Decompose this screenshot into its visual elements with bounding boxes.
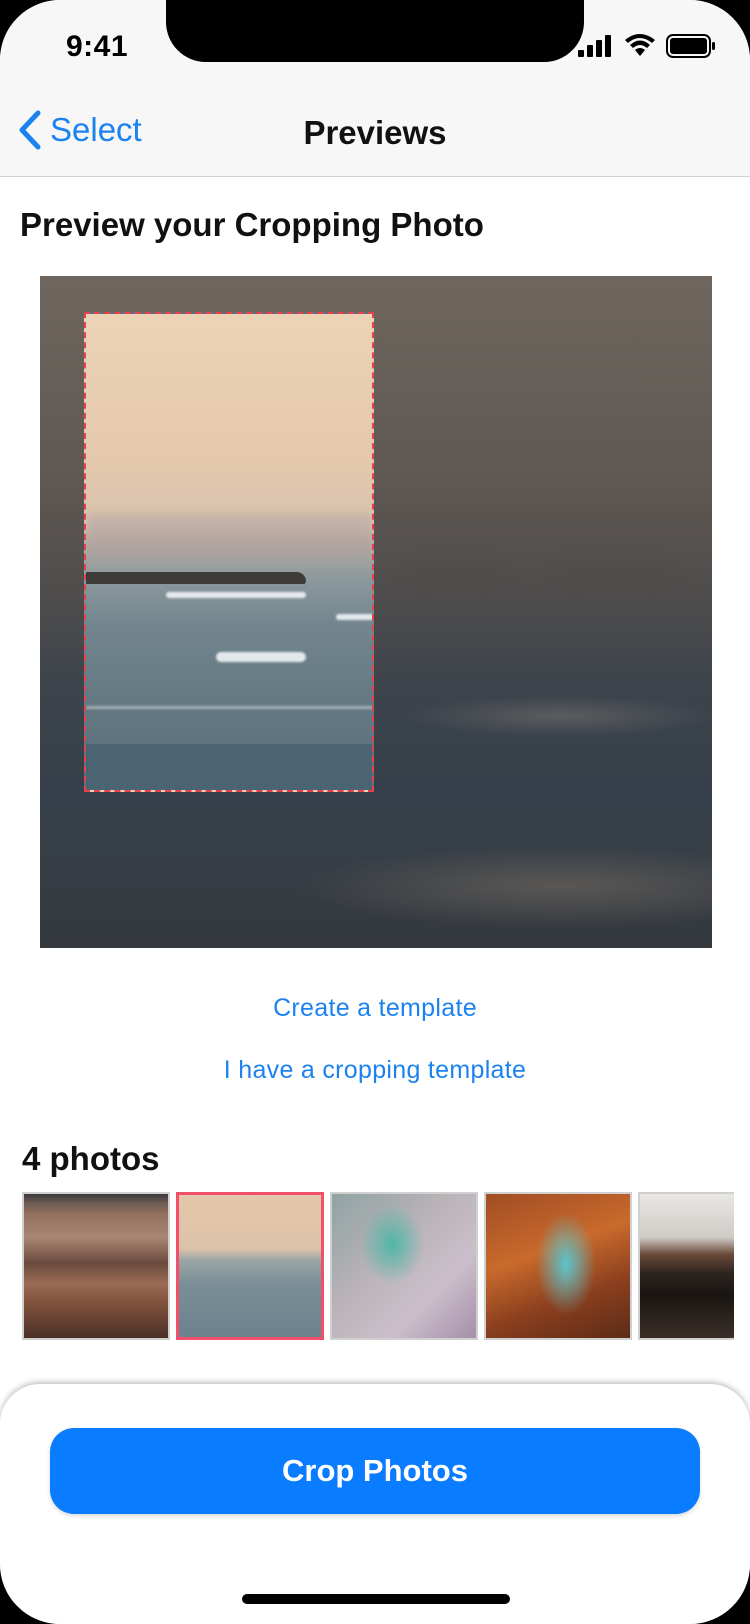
- navigation-bar: Select Previews: [0, 92, 750, 177]
- photo-strip[interactable]: [22, 1192, 734, 1342]
- blurred-jetty: [410, 566, 500, 586]
- photo-count: 4 photos: [22, 1140, 160, 1177]
- photo-thumbnail[interactable]: [330, 1192, 478, 1340]
- phone-screen: 9:41 Select Previews Preview your Croppi…: [0, 0, 750, 1624]
- blurred-rock: [560, 566, 670, 586]
- status-bar: 9:41: [0, 0, 750, 92]
- create-template-row: Create a template: [0, 994, 750, 1023]
- distant-hills: [86, 514, 372, 554]
- battery-icon: [666, 34, 715, 58]
- crop-photos-button[interactable]: Crop Photos: [50, 1428, 700, 1514]
- jetty: [86, 572, 306, 584]
- notch: [166, 0, 584, 62]
- wave-crest: [216, 652, 306, 662]
- photo-thumbnail[interactable]: [484, 1192, 632, 1340]
- cellular-signal-icon: [578, 35, 611, 57]
- home-indicator[interactable]: [242, 1594, 510, 1604]
- have-template-row: I have a cropping template: [0, 1056, 750, 1085]
- wave-line: [86, 706, 372, 709]
- photo-thumbnail[interactable]: [22, 1192, 170, 1340]
- photo-thumbnail[interactable]: [638, 1192, 734, 1340]
- status-time: 9:41: [66, 30, 129, 63]
- crop-preview-image[interactable]: [40, 276, 712, 948]
- wifi-icon: [625, 34, 655, 56]
- create-template-link[interactable]: Create a template: [273, 994, 477, 1022]
- crop-frame[interactable]: [84, 312, 374, 792]
- wave-crest: [336, 614, 372, 620]
- bottom-sheet: Crop Photos: [0, 1384, 750, 1624]
- have-template-link[interactable]: I have a cropping template: [224, 1056, 526, 1084]
- foreground-sea: [86, 744, 372, 790]
- preview-title: Preview your Cropping Photo: [20, 206, 484, 243]
- nav-title: Previews: [303, 114, 447, 151]
- wave-crest: [166, 592, 306, 598]
- status-icons: [578, 34, 716, 58]
- photo-thumbnail-selected[interactable]: [176, 1192, 324, 1340]
